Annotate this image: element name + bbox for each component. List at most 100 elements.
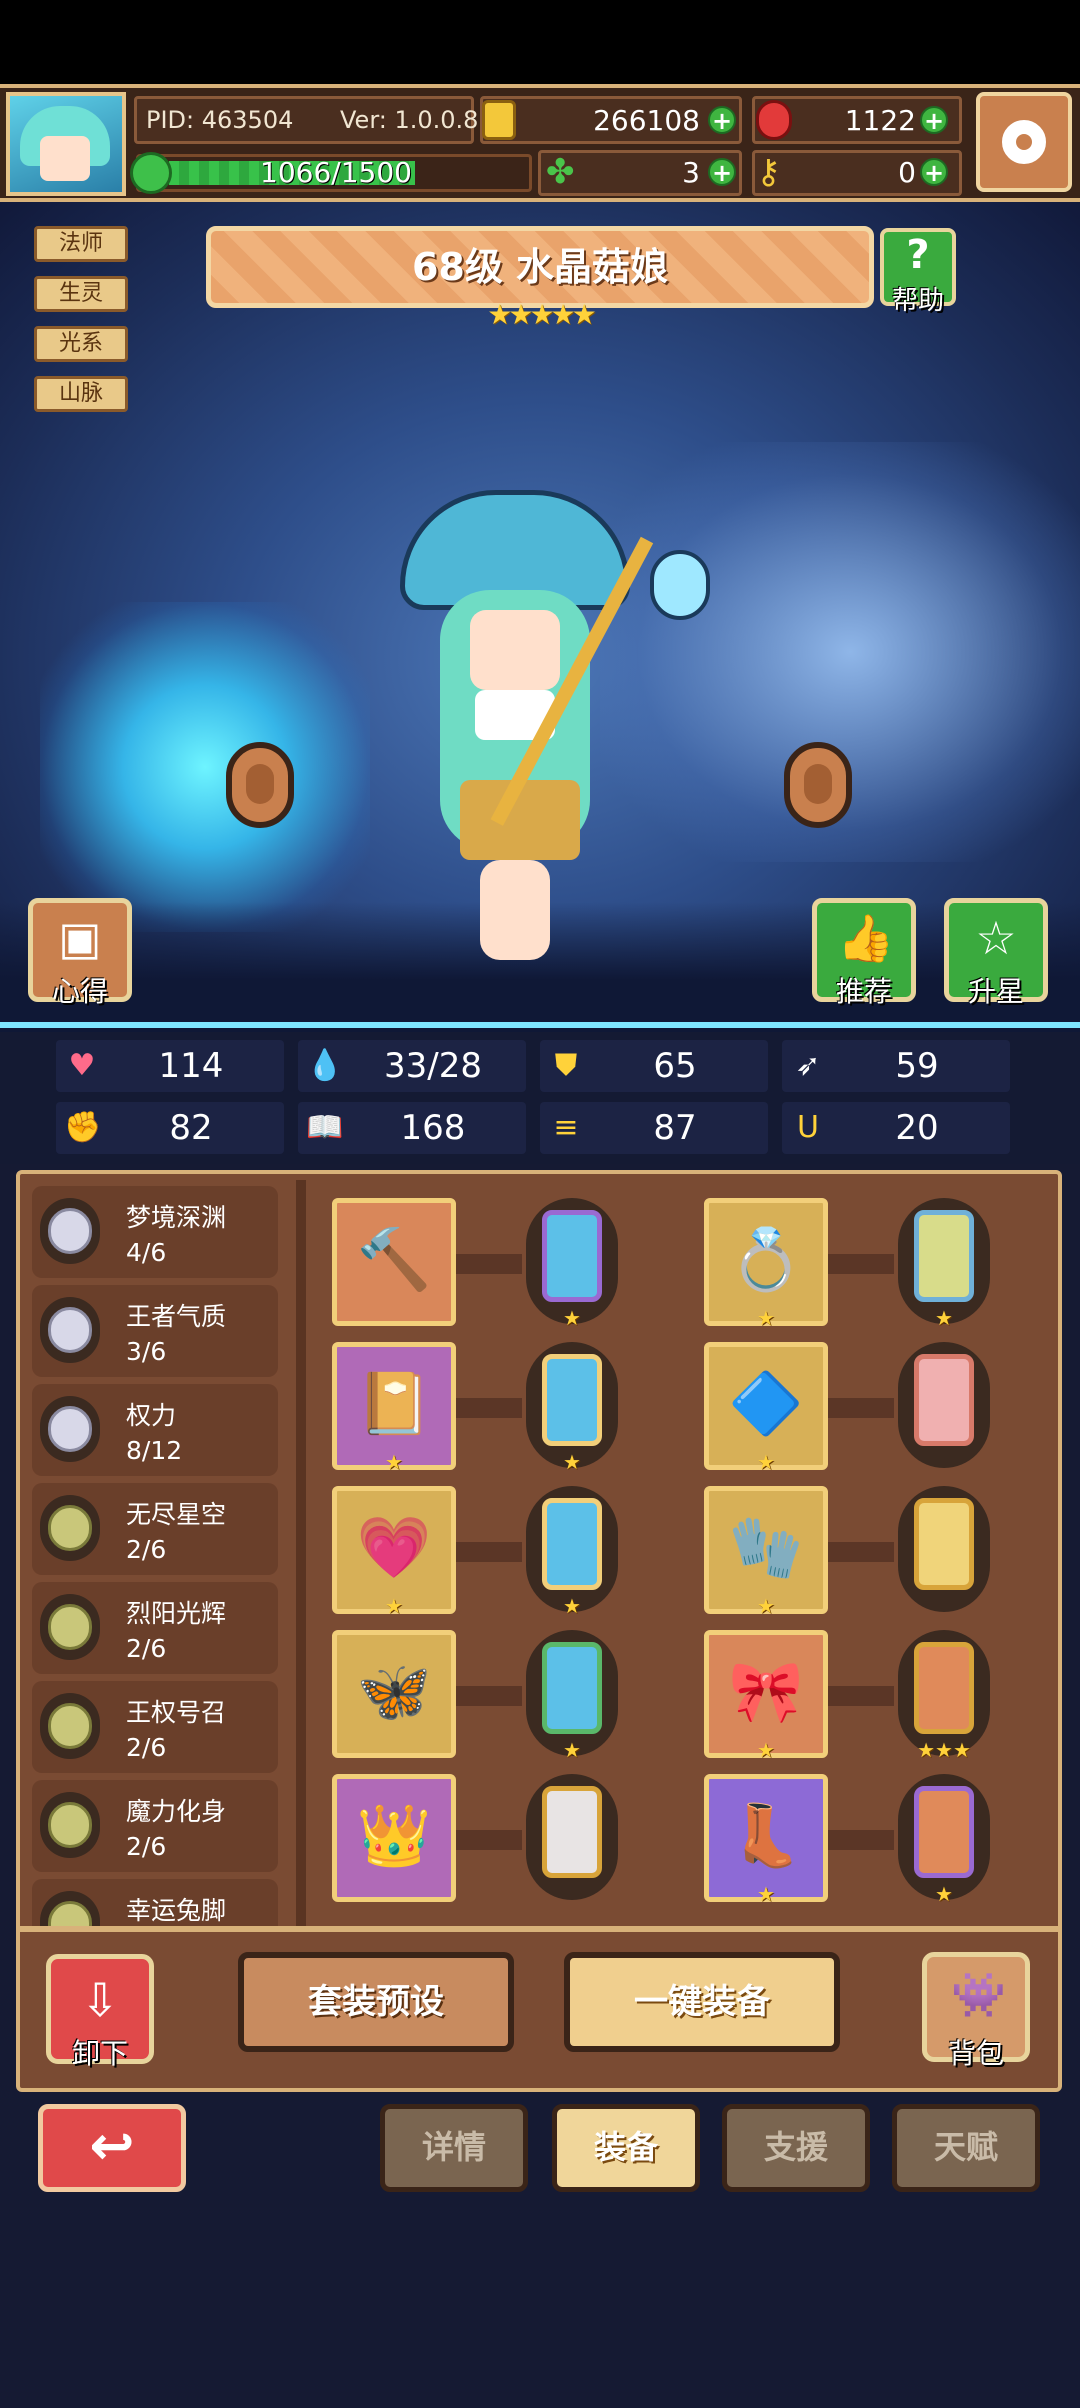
stat-value: 87	[653, 1108, 697, 1148]
star-up-label: 升星	[967, 975, 1024, 1008]
add-clover-button[interactable]: +	[708, 158, 736, 186]
exp-text: 1066/1500	[260, 156, 412, 189]
tag-class: 法师	[34, 226, 128, 262]
item-stars: ★	[757, 1882, 775, 1906]
set-bonus-item[interactable]: 王权号召 2/6	[32, 1681, 278, 1773]
star-icon: ☆	[975, 911, 1017, 965]
clover-amount: 3	[682, 156, 700, 189]
character-face	[470, 610, 560, 690]
set-bonus-item[interactable]: 魔力化身 2/6	[32, 1780, 278, 1872]
key-icon: ⚷	[756, 152, 781, 192]
set-bonus-item[interactable]: 王者气质 3/6	[32, 1285, 278, 1377]
stat-value: 59	[895, 1046, 939, 1086]
set-name: 梦境深渊	[126, 1203, 227, 1232]
add-keys-button[interactable]: +	[920, 158, 948, 186]
gem-icon	[914, 1786, 974, 1878]
back-arrow-icon: ↩	[89, 2114, 135, 2177]
player-avatar[interactable]	[6, 92, 126, 196]
equipment-slot[interactable]: 🦋	[332, 1630, 456, 1758]
gem-socket[interactable]	[898, 1486, 990, 1612]
equip-all-button[interactable]: 一键装备	[564, 1952, 840, 2052]
gem-icon	[542, 1786, 602, 1878]
heart-icon: ♥	[68, 1048, 96, 1083]
equipment-slot[interactable]: 🔨	[332, 1198, 456, 1326]
settings-button[interactable]	[976, 92, 1072, 192]
stat-value: 114	[158, 1046, 224, 1086]
character-stars: ★★★★★	[487, 298, 597, 331]
gem-stars: ★	[935, 1882, 953, 1906]
gem-stars: ★	[563, 1738, 581, 1762]
shield-icon: ⛊	[554, 1048, 578, 1083]
back-button[interactable]: ↩	[38, 2104, 186, 2192]
set-progress: 8/12	[126, 1436, 183, 1465]
gem-icon	[914, 1210, 974, 1302]
unequip-label: 卸下	[71, 2037, 128, 2070]
tag-element: 光系	[34, 326, 128, 362]
gem-socket[interactable]	[898, 1342, 990, 1468]
set-bonus-item[interactable]: 梦境深渊 4/6	[32, 1186, 278, 1278]
tab-3[interactable]: 天赋	[892, 2104, 1040, 2192]
stat-fist: ✊ 82	[56, 1102, 284, 1154]
droplet-icon: 💧	[306, 1048, 344, 1083]
thumbs-up-icon: 👍	[837, 911, 895, 965]
item-stars: ★	[757, 1738, 775, 1762]
version-label: Ver: 1.0.0.8	[340, 106, 479, 134]
tab-0[interactable]: 详情	[380, 2104, 528, 2192]
set-bonus-list[interactable]: 梦境深渊 4/6 王者气质 3/6 权力 8/12 无尽星空 2/6 烈阳光辉 2/6 王权号召 2/…	[32, 1186, 286, 1926]
key-amount: 0	[898, 156, 916, 189]
set-progress: 3/6	[126, 1337, 167, 1366]
crown-icon: 👑	[356, 1801, 432, 1871]
status-bar	[0, 0, 1080, 84]
gem-stars: ★	[563, 1594, 581, 1618]
amulet-icon: 🔷	[728, 1369, 804, 1439]
stat-horseshoe: Ս 20	[782, 1102, 1010, 1154]
gem-icon	[542, 1210, 602, 1302]
clover-badge-icon	[130, 152, 172, 194]
stat-value: 65	[653, 1046, 697, 1086]
set-bonus-item[interactable]: 烈阳光辉 2/6	[32, 1582, 278, 1674]
spellbook-icon: 📔	[356, 1369, 432, 1439]
heart-necklace-icon: 💗	[356, 1513, 432, 1583]
gem-icon	[542, 1498, 602, 1590]
glove-icon: 🧤	[728, 1513, 804, 1583]
stat-value: 33/28	[384, 1046, 482, 1086]
item-stars: ★	[385, 1594, 403, 1618]
gold-coin-icon	[482, 100, 516, 140]
set-progress: 2/6	[126, 1733, 167, 1762]
stat-scroll: ≡ 87	[540, 1102, 768, 1154]
set-preset-button[interactable]: 套装预设	[238, 1952, 514, 2052]
set-medal-icon	[40, 1297, 100, 1363]
clover-icon: ✤	[546, 152, 575, 192]
unequip-arrow-icon: ⇩	[80, 1973, 120, 2027]
belt-icon: 🎀	[728, 1657, 804, 1727]
tab-2[interactable]: 支援	[722, 2104, 870, 2192]
gem-socket[interactable]	[526, 1774, 618, 1900]
gear-icon	[1002, 120, 1046, 164]
left-rune-slot[interactable]	[226, 742, 294, 828]
right-rune-slot[interactable]	[784, 742, 852, 828]
stat-value: 20	[895, 1108, 939, 1148]
equipment-slot[interactable]: 👑	[332, 1774, 456, 1902]
add-gems-button[interactable]: +	[920, 106, 948, 134]
tag-habitat: 山脉	[34, 376, 128, 412]
wing-icon: ➶	[795, 1048, 821, 1083]
set-medal-icon	[40, 1396, 100, 1462]
item-stars: ★	[757, 1594, 775, 1618]
backpack-icon: 👾	[951, 1970, 1006, 2021]
boots-icon: 👢	[728, 1801, 804, 1871]
gem-icon	[542, 1642, 602, 1734]
gem-icon	[914, 1642, 974, 1734]
set-bonus-item[interactable]: 无尽星空 2/6	[32, 1483, 278, 1575]
set-bonus-item[interactable]: 权力 8/12	[32, 1384, 278, 1476]
set-medal-icon	[40, 1891, 100, 1926]
set-progress: 2/6	[126, 1535, 167, 1564]
character-sprite	[380, 480, 740, 1000]
item-stars: ★	[757, 1306, 775, 1330]
set-bonus-item[interactable]: 幸运兔脚	[32, 1879, 278, 1926]
horseshoe-icon: Ս	[797, 1110, 819, 1145]
set-name: 无尽星空	[126, 1500, 227, 1529]
add-gold-button[interactable]: +	[708, 106, 736, 134]
set-name: 王者气质	[126, 1302, 227, 1331]
gold-amount: 266108	[593, 104, 700, 137]
tab-1[interactable]: 装备	[552, 2104, 700, 2192]
